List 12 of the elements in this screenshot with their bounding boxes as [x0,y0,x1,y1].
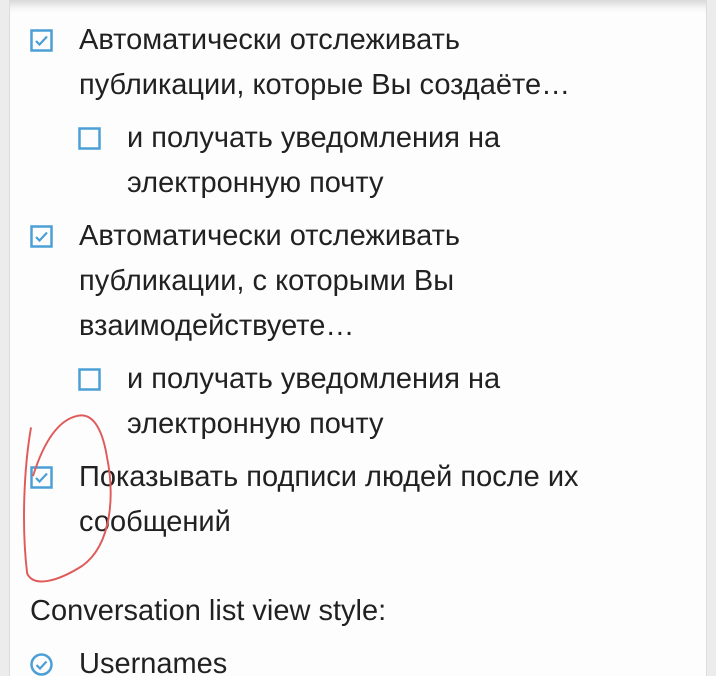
checkbox[interactable] [78,127,101,150]
radio-button[interactable] [30,653,53,676]
checkbox[interactable] [30,29,53,52]
checkbox[interactable] [78,368,101,391]
checkbox-label: Автоматически отслеживать публикации, которые Вы создаёте… [79,23,572,103]
checkbox-label: и получать уведомления на электронную почту [127,362,502,442]
radio-label: Usernames [79,647,228,676]
checkbox-label: Автоматически отслеживать публикации, с которыми Вы взаимодействуете… [79,219,462,344]
checkbox[interactable] [30,225,53,248]
checkbox-label: и получать уведомления на электронную почту [127,121,502,201]
section-label: Conversation list view style: [30,594,388,629]
checkbox[interactable] [30,466,53,489]
